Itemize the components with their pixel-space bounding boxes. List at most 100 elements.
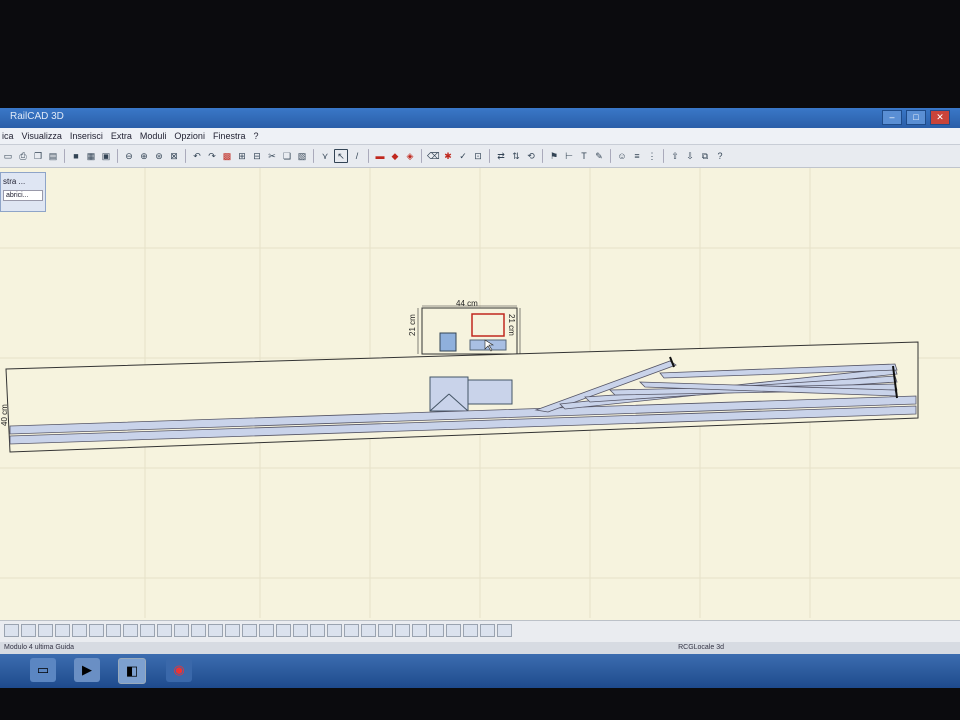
redo-icon[interactable]: ↷	[206, 150, 218, 162]
sheet-tab[interactable]	[208, 624, 223, 637]
menu-file[interactable]: ica	[2, 131, 20, 141]
taskbar-railcad-icon[interactable]: ◧	[118, 658, 146, 684]
menu-window[interactable]: Finestra	[213, 131, 252, 141]
pen-icon[interactable]: ✎	[593, 150, 605, 162]
joint-icon[interactable]: ✱	[442, 150, 454, 162]
new-page-icon[interactable]: ▭	[2, 150, 14, 162]
close-button[interactable]: ✕	[930, 110, 950, 125]
toolbar-separator	[117, 149, 118, 163]
sheet-tab[interactable]	[344, 624, 359, 637]
sheet-tab[interactable]	[225, 624, 240, 637]
zoom-window-icon[interactable]: ⊠	[168, 150, 180, 162]
sheet-tab[interactable]	[480, 624, 495, 637]
wagon-icon[interactable]: ⊡	[472, 150, 484, 162]
track-icon[interactable]: ▬	[374, 150, 386, 162]
sheet-tabs	[4, 624, 512, 637]
menu-bar: ica Visualizza Inserisci Extra Moduli Op…	[0, 128, 960, 145]
sheet-tab[interactable]	[395, 624, 410, 637]
sheet-tab[interactable]	[463, 624, 478, 637]
print-icon[interactable]: ⎙	[17, 150, 29, 162]
minimize-button[interactable]: –	[882, 110, 902, 125]
menu-insert[interactable]: Inserisci	[70, 131, 109, 141]
status-center-text: RCGLocale 3d	[678, 644, 724, 651]
sheet-tab[interactable]	[157, 624, 172, 637]
toolbar-separator	[368, 149, 369, 163]
toolbar-separator	[313, 149, 314, 163]
down-icon[interactable]: ⇩	[684, 150, 696, 162]
taskbar-media-icon[interactable]: ▶	[74, 658, 100, 682]
person-icon[interactable]: ☺	[616, 150, 628, 162]
image-icon[interactable]: ▣	[100, 150, 112, 162]
rail-red-icon[interactable]: ◈	[404, 150, 416, 162]
taskbar-chrome-icon[interactable]: ◉	[166, 658, 192, 682]
menu-modules[interactable]: Moduli	[140, 131, 173, 141]
layout-icon[interactable]: ⊟	[251, 150, 263, 162]
sheet-tab[interactable]	[276, 624, 291, 637]
main-toolbar: ▭ ⎙ ❐ ▤ ■ ▦ ▣ ⊖ ⊕ ⊛ ⊠ ↶ ↷ ▩ ⊞ ⊟ ✂ ❏ ▧ ⋎ …	[0, 145, 960, 168]
eraser-icon[interactable]: ⌫	[427, 150, 440, 162]
sheet-tab[interactable]	[4, 624, 19, 637]
taskbar-folder-icon[interactable]: ▭	[30, 658, 56, 682]
layer-icon[interactable]: ⧉	[699, 150, 711, 162]
sheet-tab[interactable]	[327, 624, 342, 637]
help-icon[interactable]: ?	[714, 150, 726, 162]
station-annex	[467, 379, 513, 405]
sheet-tab[interactable]	[446, 624, 461, 637]
measure-icon[interactable]: ⊢	[563, 150, 575, 162]
menu-view[interactable]: Visualizza	[22, 131, 68, 141]
sheet-tab[interactable]	[21, 624, 36, 637]
grid-icon[interactable]: ▩	[221, 150, 233, 162]
menu-help[interactable]: ?	[253, 131, 264, 141]
sheet-tab[interactable]	[191, 624, 206, 637]
drawing-canvas[interactable]: 44 cm 21 cm 21 cm 40 cm	[0, 168, 960, 618]
cut-icon[interactable]: ✂	[266, 150, 278, 162]
zoom-out-icon[interactable]: ⊖	[123, 150, 135, 162]
zoom-fit-icon[interactable]: ⊛	[153, 150, 165, 162]
flag-icon[interactable]: ⚑	[548, 150, 560, 162]
rotate-icon[interactable]: ⟲	[525, 150, 537, 162]
sheet-tab[interactable]	[106, 624, 121, 637]
table-icon[interactable]: ▦	[85, 150, 97, 162]
sheet-tab[interactable]	[89, 624, 104, 637]
sheet-tab[interactable]	[412, 624, 427, 637]
check-icon[interactable]: ✓	[457, 150, 469, 162]
book-icon[interactable]: ■	[70, 150, 82, 162]
distribute-icon[interactable]: ⋮	[646, 150, 658, 162]
sheet-tab[interactable]	[429, 624, 444, 637]
menu-options[interactable]: Opzioni	[174, 131, 211, 141]
up-icon[interactable]: ⇧	[669, 150, 681, 162]
window-title: RailCAD 3D	[10, 111, 64, 122]
sheet-tab[interactable]	[123, 624, 138, 637]
connect-icon[interactable]: ⇄	[495, 150, 507, 162]
pointer-icon[interactable]: ⋎	[319, 150, 331, 162]
text-icon[interactable]: T	[578, 150, 590, 162]
select-icon[interactable]: ⊞	[236, 150, 248, 162]
document-icon[interactable]: ▤	[47, 150, 59, 162]
rail-icon[interactable]: ◆	[389, 150, 401, 162]
sheet-tab[interactable]	[38, 624, 53, 637]
undo-icon[interactable]: ↶	[191, 150, 203, 162]
floating-panel[interactable]: stra ... abrici...	[0, 172, 46, 212]
sheet-tab[interactable]	[293, 624, 308, 637]
sheet-tab[interactable]	[174, 624, 189, 637]
sheet-tab[interactable]	[55, 624, 70, 637]
line-icon[interactable]: /	[351, 150, 363, 162]
sheet-tab[interactable]	[310, 624, 325, 637]
sheet-tab[interactable]	[259, 624, 274, 637]
sheet-tab[interactable]	[242, 624, 257, 637]
floating-panel-dropdown[interactable]: abrici...	[3, 190, 43, 201]
menu-extra[interactable]: Extra	[111, 131, 138, 141]
align-icon[interactable]: ≡	[631, 150, 643, 162]
zoom-in-icon[interactable]: ⊕	[138, 150, 150, 162]
sheet-tab[interactable]	[497, 624, 512, 637]
sheet-tab[interactable]	[361, 624, 376, 637]
copy2-icon[interactable]: ❏	[281, 150, 293, 162]
select-box-icon[interactable]: ↖	[334, 149, 348, 163]
sheet-tab[interactable]	[72, 624, 87, 637]
flip-icon[interactable]: ⇅	[510, 150, 522, 162]
copy-icon[interactable]: ❐	[32, 150, 44, 162]
paste-icon[interactable]: ▧	[296, 150, 308, 162]
sheet-tab[interactable]	[140, 624, 155, 637]
sheet-tab[interactable]	[378, 624, 393, 637]
maximize-button[interactable]: □	[906, 110, 926, 125]
